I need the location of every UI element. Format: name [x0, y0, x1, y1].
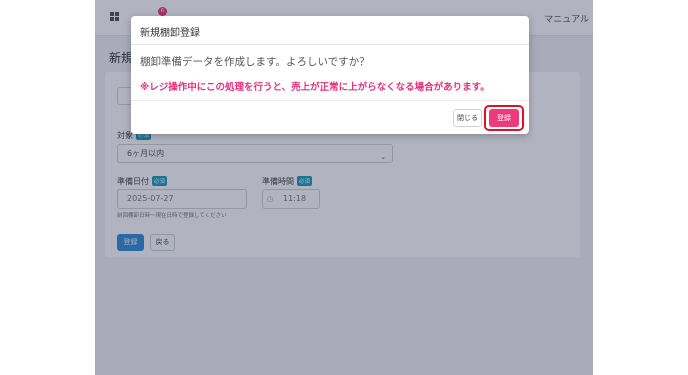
modal-header: 新規棚卸登録 [131, 16, 529, 45]
modal-warning: ※レジ操作中にこの処理を行うと、売上が正常に上がらなくなる場合があります。 [140, 82, 490, 93]
register-button[interactable]: 登録 [489, 109, 519, 127]
confirm-modal: 新規棚卸登録 棚卸準備データを作成します。よろしいですか？ ※レジ操作中にこの処… [131, 16, 529, 134]
modal-title: 新規棚卸登録 [140, 28, 200, 39]
modal-footer-divider [131, 100, 529, 101]
close-button[interactable]: 閉じる [453, 109, 482, 127]
modal-question: 棚卸準備データを作成します。よろしいですか？ [140, 56, 370, 68]
